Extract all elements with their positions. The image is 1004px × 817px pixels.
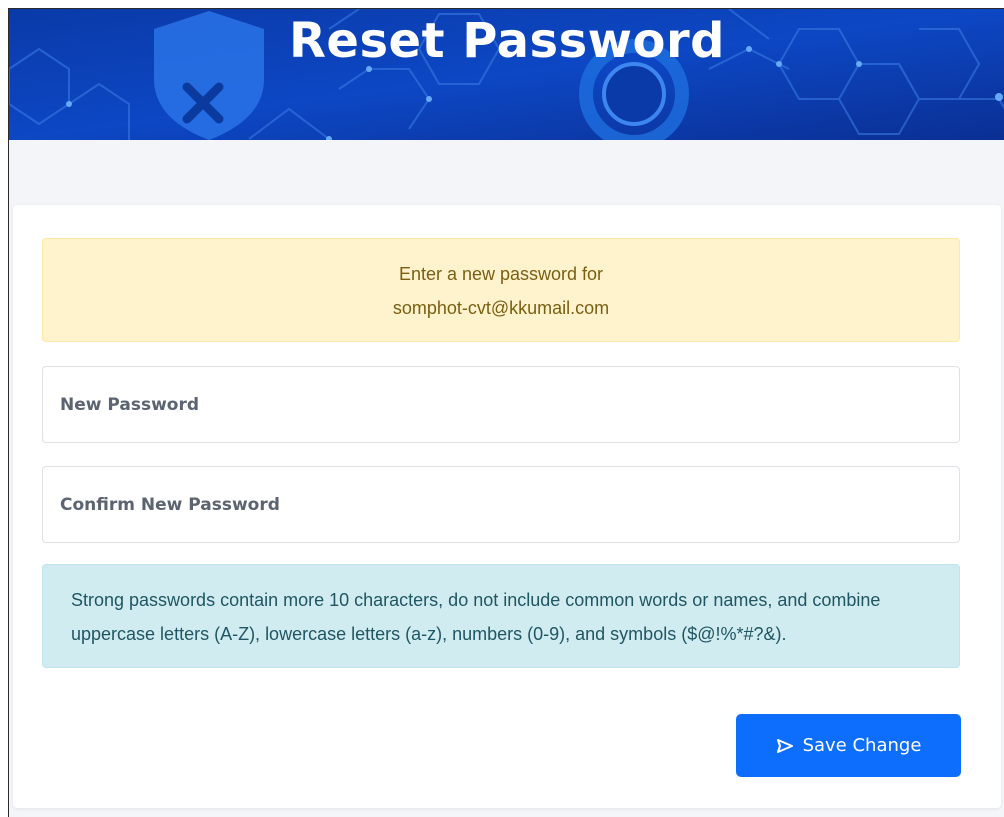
reset-form-card: Enter a new password for somphot-cvt@kku… [13,205,1001,808]
notice-text: Enter a new password for [398,264,604,284]
confirm-password-input[interactable] [43,467,959,542]
password-hint: Strong passwords contain more 10 charact… [42,564,960,668]
new-password-input[interactable] [43,367,959,442]
page-frame: Reset Password Enter a new password for … [8,8,1004,817]
email-notice: Enter a new password for somphot-cvt@kku… [42,238,960,342]
notice-email: somphot-cvt@kkumail.com [392,298,610,318]
new-password-field[interactable] [42,366,960,443]
send-icon [776,738,793,753]
header-banner: Reset Password [9,9,1004,140]
save-change-label: Save Change [802,735,922,756]
confirm-password-field[interactable] [42,466,960,543]
save-change-button[interactable]: Save Change [736,714,961,777]
page-title: Reset Password [288,13,726,69]
